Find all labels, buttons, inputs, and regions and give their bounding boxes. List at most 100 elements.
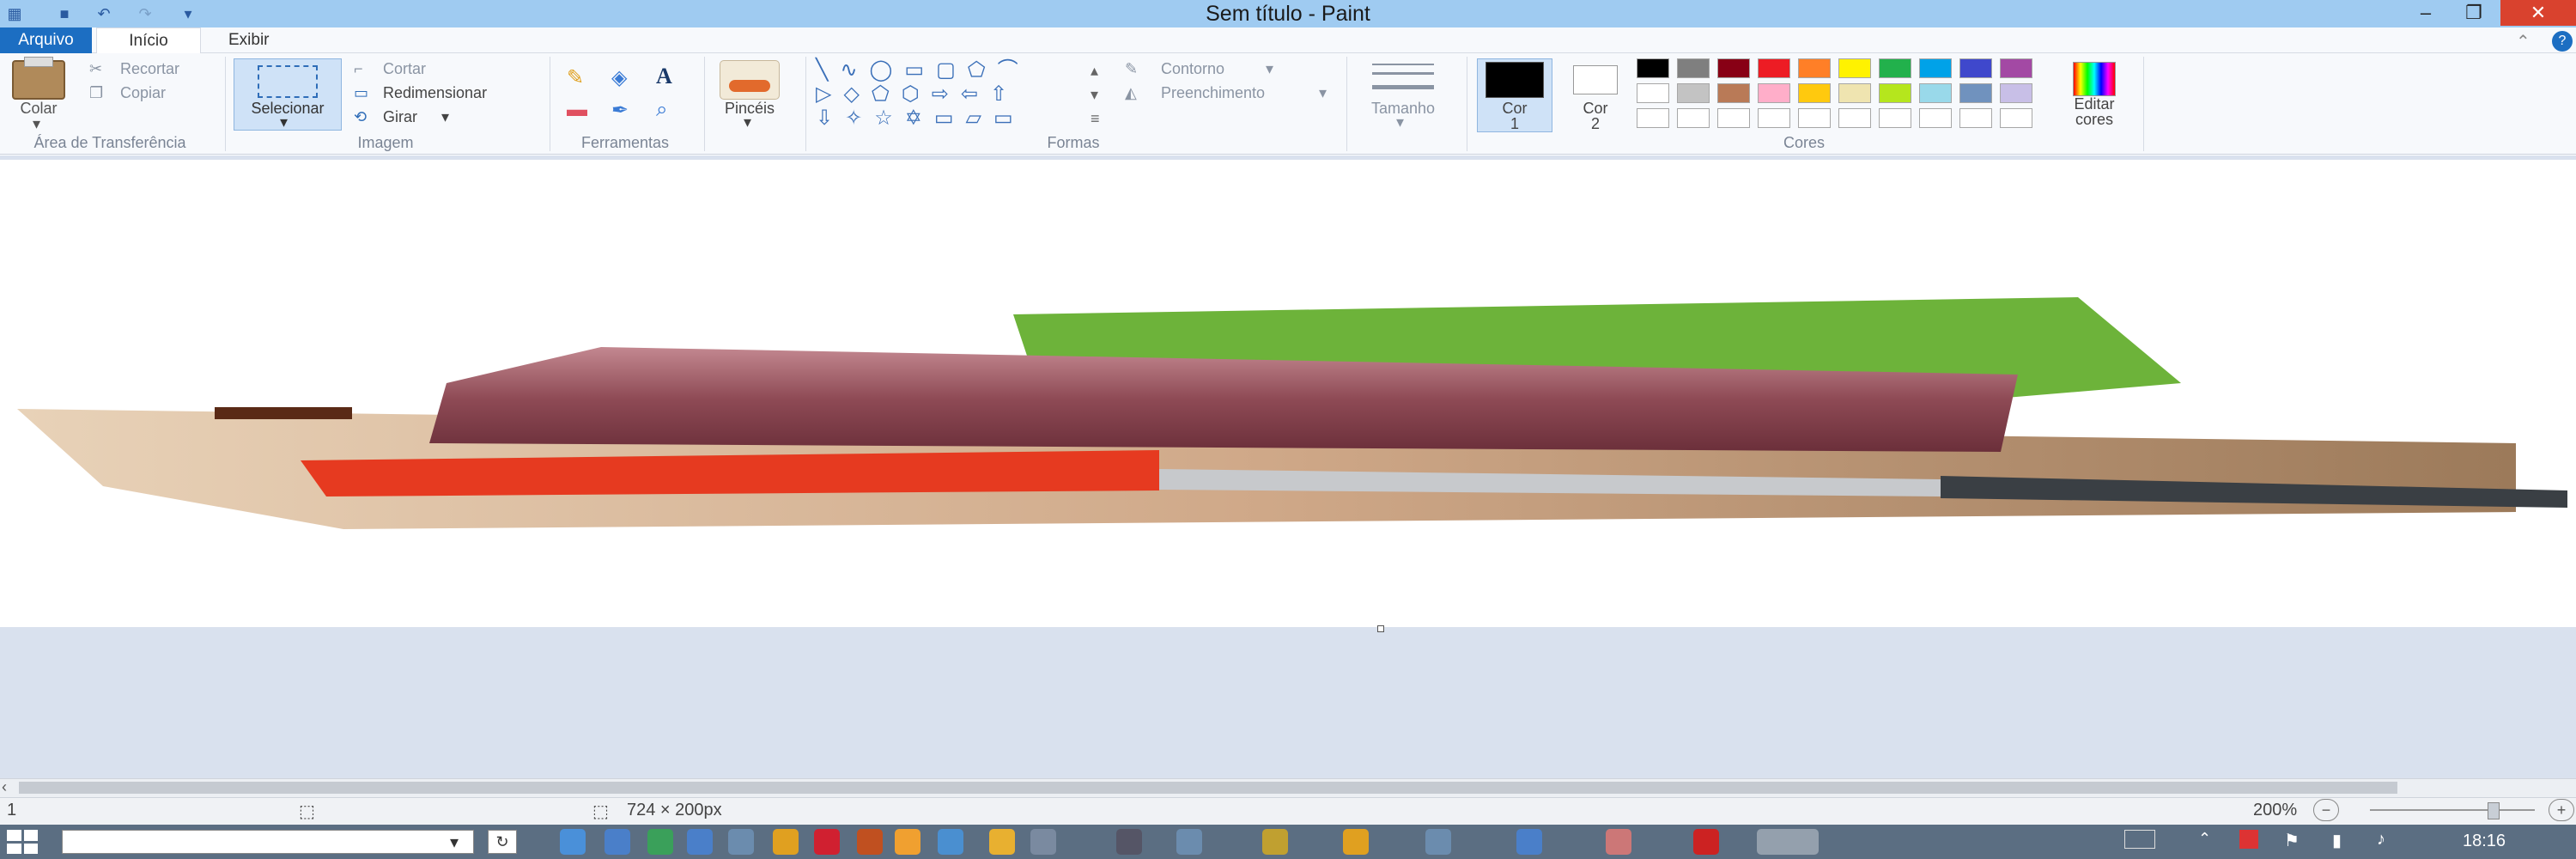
taskbar-app-icon[interactable] [938,829,963,855]
flag-icon[interactable]: ⚑ [2284,830,2300,851]
rotate-button[interactable]: Girar [383,108,417,126]
outline-icon[interactable]: ✎ [1125,60,1138,78]
shapes-more-icon[interactable]: ≡ [1091,110,1100,128]
palette-swatch[interactable] [1717,83,1750,103]
outline-button[interactable]: Contorno [1161,60,1224,78]
palette-swatch[interactable] [1919,83,1952,103]
pencil-icon[interactable]: ✎ [567,65,584,90]
redo-icon[interactable]: ↷ [134,3,156,25]
size-dropdown-icon[interactable]: ▾ [1396,113,1404,131]
clock[interactable]: 18:16 [2463,832,2506,851]
taskbar-app-icon[interactable] [1343,829,1369,855]
restore-button[interactable]: ❐ [2452,0,2495,26]
palette-swatch[interactable] [1959,83,1992,103]
fill-icon[interactable]: ◈ [611,65,627,90]
network-icon[interactable]: ▮ [2332,830,2342,851]
taskbar-app-icon[interactable] [773,829,799,855]
crop-icon[interactable]: ⌐ [354,60,363,78]
refresh-icon[interactable]: ↻ [488,830,517,854]
palette-swatch[interactable] [1798,58,1831,78]
palette-swatch[interactable] [1919,108,1952,128]
taskbar-app-icon[interactable] [1030,829,1056,855]
customize-quick-access-icon[interactable]: ▾ [177,3,199,25]
zoom-slider-thumb[interactable] [2488,802,2500,819]
palette-swatch[interactable] [1758,108,1790,128]
drawing-canvas[interactable] [0,160,2576,627]
palette-swatch[interactable] [1717,58,1750,78]
palette-swatch[interactable] [2000,108,2032,128]
address-bar-input[interactable] [62,830,474,854]
taskbar-app-icon[interactable] [1425,829,1451,855]
tray-app-icon[interactable] [2239,830,2258,849]
taskbar-app-icon[interactable] [728,829,754,855]
taskbar-app-icon[interactable] [895,829,920,855]
color-picker-icon[interactable]: ✒ [611,98,629,123]
copy-icon[interactable]: ❐ [89,84,103,102]
rotate-dropdown-icon[interactable]: ▾ [441,108,449,126]
palette-swatch[interactable] [1879,108,1911,128]
minimize-button[interactable]: – [2404,0,2447,26]
palette-swatch[interactable] [1637,108,1669,128]
palette-swatch[interactable] [1919,58,1952,78]
palette-swatch[interactable] [2000,83,2032,103]
tab-file[interactable]: Arquivo [0,27,92,53]
palette-swatch[interactable] [1677,83,1710,103]
copy-button[interactable]: Copiar [120,84,166,102]
palette-swatch[interactable] [1798,83,1831,103]
taskbar-app-icon[interactable] [989,829,1015,855]
palette-swatch[interactable] [1758,83,1790,103]
brushes-dropdown-icon[interactable]: ▾ [744,113,751,131]
tab-home[interactable]: Início [96,27,201,53]
palette-swatch[interactable] [1637,58,1669,78]
taskbar-app-icon[interactable] [647,829,673,855]
crop-button[interactable]: Cortar [383,60,426,78]
paint-app-icon[interactable]: ▦ [3,3,26,25]
color2-swatch[interactable] [1573,65,1618,94]
taskbar-app-icon[interactable] [1516,829,1542,855]
shapes-gallery[interactable]: ╲∿◯▭▢⬠⌒ ▷◇⬠⬡⇨⇦⇧ ⇩✧☆✡▭▱▭ [816,58,1084,131]
palette-swatch[interactable] [1838,58,1871,78]
palette-swatch[interactable] [1637,83,1669,103]
edit-colors-button[interactable]: Editar cores [2064,96,2124,127]
taskbar-app-icon[interactable] [857,829,883,855]
palette-swatch[interactable] [1677,58,1710,78]
fill-dropdown-icon[interactable]: ▾ [1319,84,1327,102]
collapse-ribbon-icon[interactable]: ⌃ [2516,31,2530,52]
rotate-icon[interactable]: ⟲ [354,108,367,126]
select-dropdown-icon[interactable]: ▾ [280,113,288,131]
close-button[interactable]: ✕ [2500,0,2576,26]
taskbar-app-icon[interactable] [1176,829,1202,855]
taskbar-app-icon[interactable] [605,829,630,855]
rainbow-icon[interactable] [2073,62,2116,96]
volume-icon[interactable]: ♪ [2377,830,2385,850]
shapes-scroll-up-icon[interactable]: ▴ [1091,62,1098,80]
windows-start-icon[interactable] [7,830,38,854]
scroll-left-icon[interactable]: ‹ [2,778,7,796]
size-icon[interactable] [1372,64,1434,89]
palette-swatch[interactable] [2000,58,2032,78]
palette-swatch[interactable] [1879,83,1911,103]
scrollbar-thumb[interactable] [19,782,2397,794]
text-icon[interactable]: A [656,64,672,89]
tab-view[interactable]: Exibir [218,27,280,53]
taskbar-app-icon[interactable] [560,829,586,855]
palette-swatch[interactable] [1677,108,1710,128]
palette-swatch[interactable] [1838,83,1871,103]
taskbar-app-icon[interactable] [1606,829,1631,855]
palette-swatch[interactable] [1838,108,1871,128]
resize-icon[interactable]: ▭ [354,84,368,102]
taskbar-app-icon[interactable] [687,829,713,855]
cut-button[interactable]: Recortar [120,60,179,78]
canvas-resize-handle[interactable] [1377,625,1384,632]
palette-swatch[interactable] [1959,108,1992,128]
help-icon[interactable]: ? [2552,31,2573,52]
eraser-icon[interactable]: ▬ [567,98,587,122]
keyboard-icon[interactable] [2124,830,2155,849]
palette-swatch[interactable] [1879,58,1911,78]
palette-swatch[interactable] [1798,108,1831,128]
tray-arrow-icon[interactable]: ⌃ [2198,830,2211,848]
palette-swatch[interactable] [1959,58,1992,78]
cut-icon[interactable]: ✂ [89,60,102,78]
fill-shape-icon[interactable]: ◭ [1125,84,1137,102]
shapes-scroll-down-icon[interactable]: ▾ [1091,86,1098,104]
